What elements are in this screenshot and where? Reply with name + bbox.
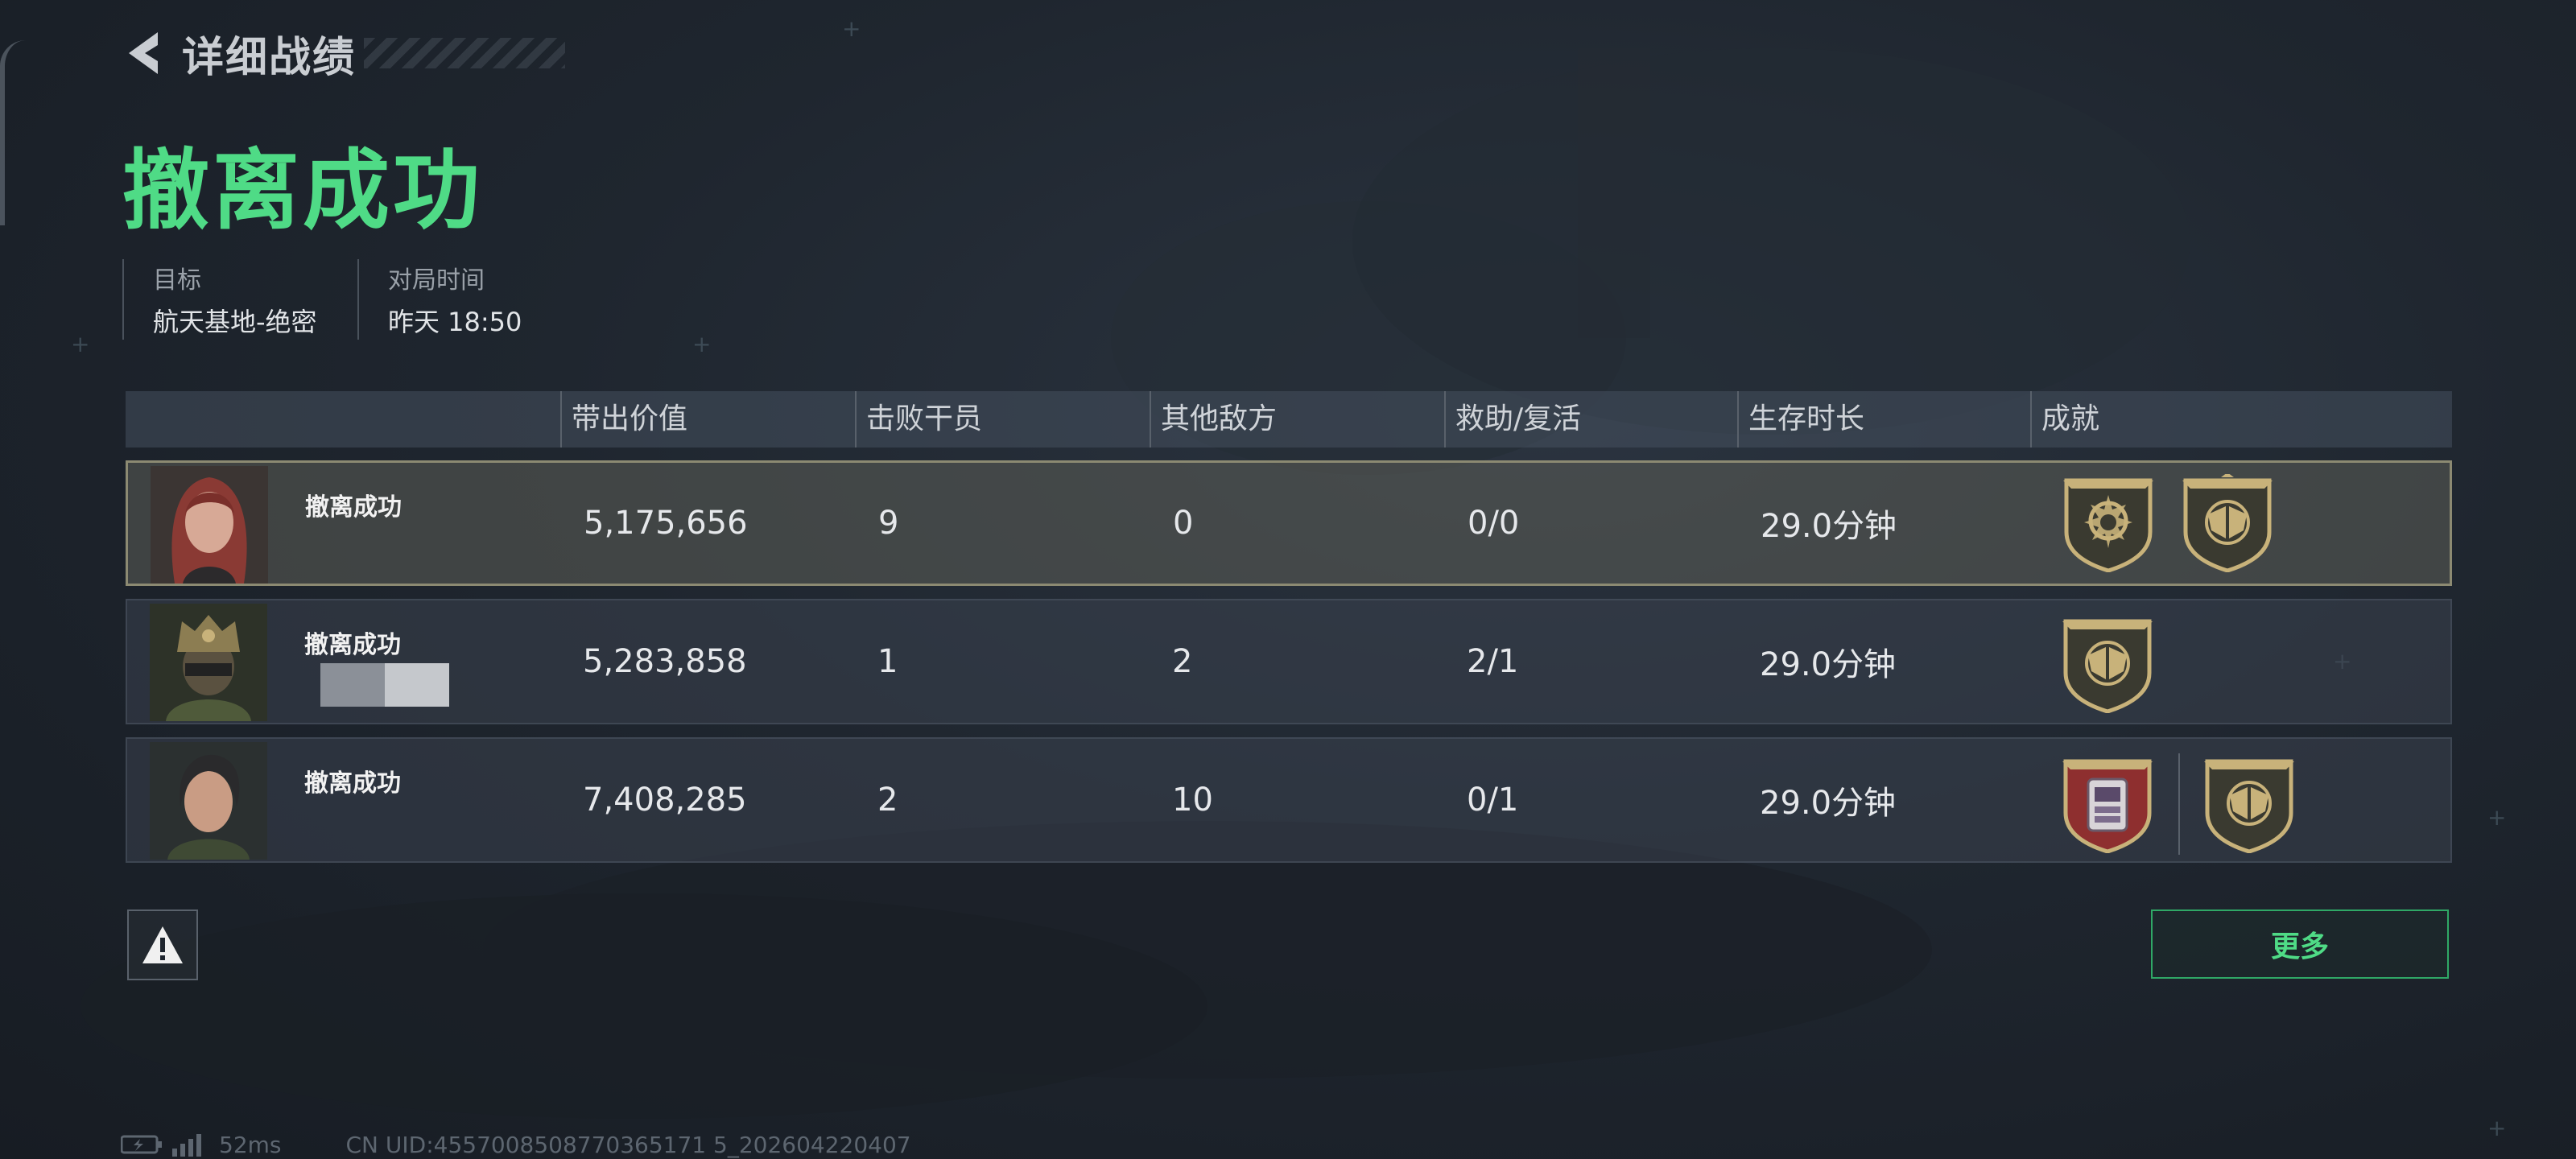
achievement-list xyxy=(2059,615,2178,713)
signal-strength-icon xyxy=(172,1134,201,1157)
operator-avatar-icon xyxy=(150,742,267,860)
grid-cross-icon: + xyxy=(692,331,712,357)
wings-crest-badge-icon[interactable] xyxy=(2059,615,2156,713)
operator-portrait xyxy=(150,742,267,860)
cell-others: 10 xyxy=(1172,782,1213,819)
cell-survival-time: 29.0分钟 xyxy=(1760,646,1897,683)
header-others: 其他敌方 xyxy=(1150,391,1277,448)
cell-survival-time: 29.0分钟 xyxy=(1760,785,1897,822)
header-rescue: 救助/复活 xyxy=(1444,391,1581,448)
cell-kills: 9 xyxy=(878,505,899,542)
cell-value: 7,408,285 xyxy=(583,782,747,819)
rank-segment xyxy=(320,663,385,707)
operator-avatar-icon xyxy=(151,466,268,584)
grid-cross-icon: + xyxy=(842,15,861,42)
cell-others: 2 xyxy=(1172,643,1193,680)
cell-value: 5,283,858 xyxy=(583,643,747,680)
row-status: 撤离成功 xyxy=(304,769,401,798)
rank-badge xyxy=(320,663,449,710)
grid-cross-icon: + xyxy=(2487,804,2507,831)
header-kills: 击败干员 xyxy=(855,391,982,448)
cell-rescue: 0/1 xyxy=(1467,782,1519,819)
header-survival-time: 生存时长 xyxy=(1737,391,1864,448)
report-button[interactable] xyxy=(127,909,198,980)
cell-survival-time: 29.0分钟 xyxy=(1761,508,1897,545)
achievement-list xyxy=(2059,753,2320,855)
header-bar: 详细战绩 xyxy=(121,23,566,84)
cell-kills: 1 xyxy=(877,643,898,680)
cell-rescue: 0/0 xyxy=(1468,505,1520,542)
meta-time-label: 对局时间 xyxy=(388,266,485,295)
grid-cross-icon: + xyxy=(2487,1115,2507,1141)
page-title: 详细战绩 xyxy=(182,33,357,82)
cell-value: 5,175,656 xyxy=(584,505,748,542)
meta-target-label: 目标 xyxy=(153,266,201,295)
cell-kills: 2 xyxy=(877,782,898,819)
grid-cross-icon: + xyxy=(71,331,90,357)
meta-time-value: 昨天 18:50 xyxy=(388,307,522,337)
wings-crest-badge-icon[interactable] xyxy=(2179,474,2276,572)
warning-icon xyxy=(142,926,183,963)
uid-text: CN UID:4557008508770365171 5_20260422040… xyxy=(345,1131,911,1158)
back-arrow-icon xyxy=(129,32,158,74)
meta-target: 目标 航天基地-绝密 xyxy=(122,259,317,340)
rank-segment xyxy=(385,663,449,707)
header-achievements: 成就 xyxy=(2030,391,2099,448)
battery-charging-icon xyxy=(121,1135,162,1154)
back-button[interactable] xyxy=(121,27,166,79)
table-row[interactable]: 撤离成功 7,408,285 2 10 0/1 29.0分钟 xyxy=(126,737,2452,863)
table-header: 带出价值 击败干员 其他敌方 救助/复活 生存时长 成就 xyxy=(126,391,2452,448)
status-footer: 52ms CN UID:4557008508770365171 5_202604… xyxy=(121,1130,911,1159)
row-status: 撤离成功 xyxy=(304,631,401,659)
row-status: 撤离成功 xyxy=(305,493,402,522)
achievement-list xyxy=(2060,474,2298,572)
operator-portrait xyxy=(151,466,268,584)
table-row[interactable]: 撤离成功 5,175,656 9 0 0/0 29.0分钟 xyxy=(126,460,2452,586)
cell-rescue: 2/1 xyxy=(1467,643,1519,680)
header-value: 带出价值 xyxy=(560,391,687,448)
meta-time: 对局时间 昨天 18:50 xyxy=(357,259,522,340)
result-title: 撤离成功 xyxy=(122,141,484,241)
operator-avatar-icon xyxy=(150,604,267,721)
left-rail-decoration xyxy=(0,40,26,225)
badge-divider xyxy=(2178,753,2180,855)
sun-crest-badge-icon[interactable] xyxy=(2060,474,2157,572)
title-stripes-decoration xyxy=(364,38,566,68)
wings-crest-badge-icon[interactable] xyxy=(2201,755,2297,853)
table-row[interactable]: 撤离成功 5,283,858 1 2 2/1 29.0分钟 xyxy=(126,599,2452,724)
device-crest-badge-icon[interactable] xyxy=(2059,755,2156,853)
stats-table: 带出价值 击败干员 其他敌方 救助/复活 生存时长 成就 撤离成功 5,175,… xyxy=(126,391,2452,863)
meta-target-value: 航天基地-绝密 xyxy=(153,307,317,337)
cell-others: 0 xyxy=(1173,505,1194,542)
operator-portrait xyxy=(150,604,267,721)
more-button[interactable]: 更多 xyxy=(2151,909,2449,979)
ping-value: 52ms xyxy=(219,1131,282,1158)
